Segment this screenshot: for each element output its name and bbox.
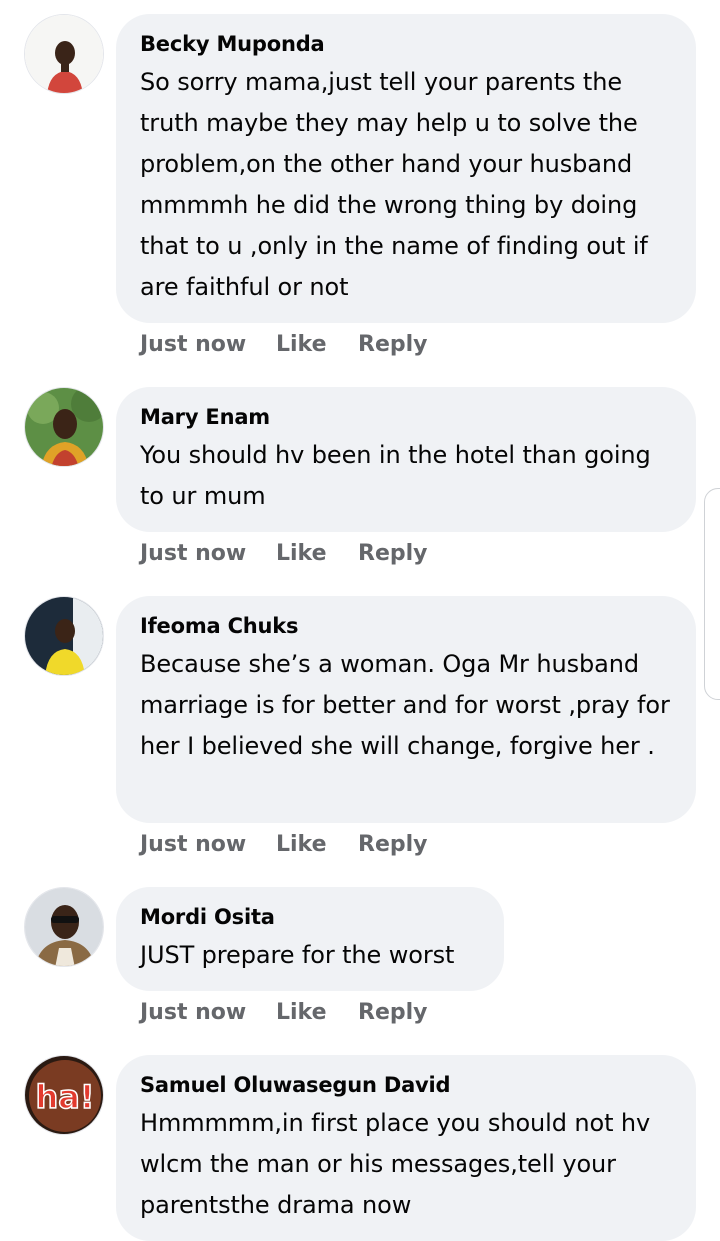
avatar[interactable] bbox=[24, 14, 104, 94]
comment-bubble: Becky Muponda So sorry mama,just tell yo… bbox=[116, 14, 696, 323]
like-button[interactable]: Like bbox=[276, 998, 358, 1028]
comment-bubble: Ifeoma Chuks Because she’s a woman. Oga … bbox=[116, 596, 696, 823]
comment-bubble: Samuel Oluwasegun David Hmmmmm,in first … bbox=[116, 1055, 696, 1241]
timestamp[interactable]: Just now bbox=[140, 830, 276, 860]
comment-actions: Just now Like Reply bbox=[140, 998, 428, 1028]
profile-photo-icon bbox=[25, 597, 103, 675]
comment-text: Because she’s a woman. Oga Mr husband ma… bbox=[140, 650, 670, 760]
reply-button[interactable]: Reply bbox=[358, 330, 428, 360]
profile-photo-icon bbox=[25, 388, 103, 466]
profile-photo-icon bbox=[25, 888, 103, 966]
comment-text: Hmmmmm,in first place you should not hv … bbox=[140, 1109, 651, 1219]
timestamp[interactable]: Just now bbox=[140, 998, 276, 1028]
comment-text: You should hv been in the hotel than goi… bbox=[140, 441, 651, 510]
avatar[interactable] bbox=[24, 387, 104, 467]
reply-button[interactable]: Reply bbox=[358, 998, 428, 1028]
avatar[interactable] bbox=[24, 596, 104, 676]
timestamp[interactable]: Just now bbox=[140, 330, 276, 360]
avatar[interactable] bbox=[24, 887, 104, 967]
like-button[interactable]: Like bbox=[276, 330, 358, 360]
avatar[interactable]: ha! bbox=[24, 1055, 104, 1135]
comment-text: So sorry mama,just tell your parents the… bbox=[140, 68, 648, 301]
comment-text: JUST prepare for the worst bbox=[140, 941, 455, 969]
comment-author[interactable]: Becky Muponda bbox=[140, 30, 672, 58]
comment-bubble: Mordi Osita JUST prepare for the worst bbox=[116, 887, 504, 991]
profile-photo-icon bbox=[25, 15, 103, 93]
comment-author[interactable]: Mary Enam bbox=[140, 403, 672, 431]
comment-bubble: Mary Enam You should hv been in the hote… bbox=[116, 387, 696, 532]
scrollbar-handle[interactable] bbox=[704, 488, 720, 700]
reply-button[interactable]: Reply bbox=[358, 830, 428, 860]
reply-button[interactable]: Reply bbox=[358, 539, 428, 569]
comment-author[interactable]: Ifeoma Chuks bbox=[140, 612, 672, 640]
like-button[interactable]: Like bbox=[276, 830, 358, 860]
avatar-text: ha! bbox=[36, 1078, 95, 1116]
comment-author[interactable]: Samuel Oluwasegun David bbox=[140, 1071, 672, 1099]
comment-actions: Just now Like Reply bbox=[140, 830, 428, 860]
timestamp[interactable]: Just now bbox=[140, 539, 276, 569]
comment-actions: Just now Like Reply bbox=[140, 330, 428, 360]
like-button[interactable]: Like bbox=[276, 539, 358, 569]
comment-actions: Just now Like Reply bbox=[140, 539, 428, 569]
comment-author[interactable]: Mordi Osita bbox=[140, 903, 480, 931]
profile-photo-icon: ha! bbox=[25, 1056, 103, 1134]
